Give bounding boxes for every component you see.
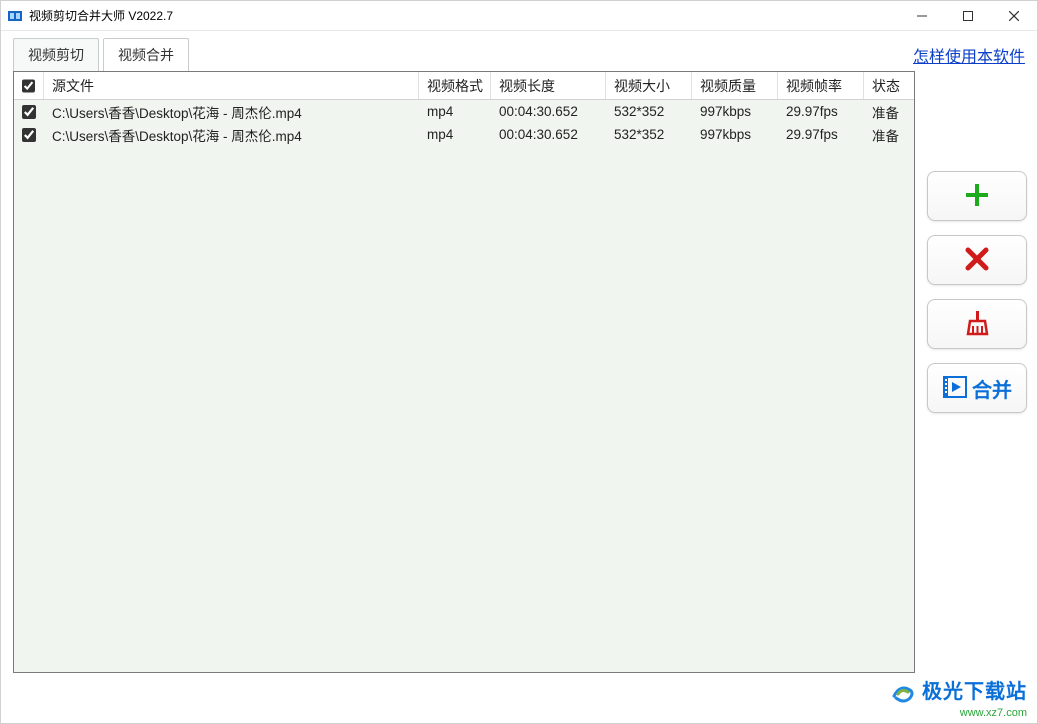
cell-status: 准备 [864, 123, 914, 147]
row-checkbox[interactable] [22, 105, 36, 119]
table-row[interactable]: C:\Users\香香\Desktop\花海 - 周杰伦.mp4mp400:04… [14, 100, 914, 123]
cell-source: C:\Users\香香\Desktop\花海 - 周杰伦.mp4 [44, 100, 419, 124]
merge-button[interactable]: 合并 [927, 363, 1027, 413]
cell-fps: 29.97fps [778, 102, 864, 121]
table-header: 源文件 视频格式 视频长度 视频大小 视频质量 视频帧率 状态 [14, 72, 914, 100]
cell-quality: 997kbps [692, 102, 778, 121]
header-duration[interactable]: 视频长度 [491, 72, 606, 99]
footer-logo: 极光下载站 www.xz7.com [890, 681, 1027, 719]
broom-icon [963, 309, 991, 340]
cell-duration: 00:04:30.652 [491, 125, 606, 144]
table-body: C:\Users\香香\Desktop\花海 - 周杰伦.mp4mp400:04… [14, 100, 914, 672]
row-checkbox-cell [14, 103, 44, 121]
header-quality[interactable]: 视频质量 [692, 72, 778, 99]
tab-video-merge[interactable]: 视频合并 [103, 38, 189, 71]
header-checkbox-cell [14, 72, 44, 99]
row-checkbox-cell [14, 126, 44, 144]
footer-url: www.xz7.com [890, 707, 1027, 719]
table-row[interactable]: C:\Users\香香\Desktop\花海 - 周杰伦.mp4mp400:04… [14, 123, 914, 146]
cell-size: 532*352 [606, 125, 692, 144]
top-row: 视频剪切 视频合并 怎样使用本软件 [1, 31, 1037, 71]
select-all-checkbox[interactable] [22, 79, 35, 93]
clear-button[interactable] [927, 299, 1027, 349]
file-list-panel: 源文件 视频格式 视频长度 视频大小 视频质量 视频帧率 状态 C:\Users… [13, 71, 915, 673]
header-format[interactable]: 视频格式 [419, 72, 491, 99]
maximize-button[interactable] [945, 1, 991, 30]
minimize-button[interactable] [899, 1, 945, 30]
x-icon [964, 246, 990, 275]
cell-size: 532*352 [606, 102, 692, 121]
header-status[interactable]: 状态 [864, 72, 914, 99]
window-title: 视频剪切合并大师 V2022.7 [29, 7, 173, 24]
app-icon [7, 8, 23, 24]
tab-video-cut[interactable]: 视频剪切 [13, 38, 99, 71]
plus-icon [963, 181, 991, 212]
cell-duration: 00:04:30.652 [491, 102, 606, 121]
help-link[interactable]: 怎样使用本软件 [913, 43, 1025, 71]
close-button[interactable] [991, 1, 1037, 30]
titlebar: 视频剪切合并大师 V2022.7 [1, 1, 1037, 31]
tab-bar: 视频剪切 视频合并 [13, 38, 193, 71]
add-button[interactable] [927, 171, 1027, 221]
header-source[interactable]: 源文件 [44, 72, 419, 99]
cell-fps: 29.97fps [778, 125, 864, 144]
cell-status: 准备 [864, 100, 914, 124]
cell-source: C:\Users\香香\Desktop\花海 - 周杰伦.mp4 [44, 123, 419, 147]
cell-quality: 997kbps [692, 125, 778, 144]
merge-button-label: 合并 [972, 374, 1012, 403]
cell-format: mp4 [419, 125, 491, 144]
header-fps[interactable]: 视频帧率 [778, 72, 864, 99]
film-merge-icon [942, 374, 968, 403]
action-buttons: 合并 [927, 171, 1027, 413]
header-size[interactable]: 视频大小 [606, 72, 692, 99]
remove-button[interactable] [927, 235, 1027, 285]
row-checkbox[interactable] [22, 128, 36, 142]
swirl-icon [890, 682, 916, 707]
footer-brand: 极光下载站 [922, 681, 1027, 703]
window-controls [899, 1, 1037, 30]
cell-format: mp4 [419, 102, 491, 121]
